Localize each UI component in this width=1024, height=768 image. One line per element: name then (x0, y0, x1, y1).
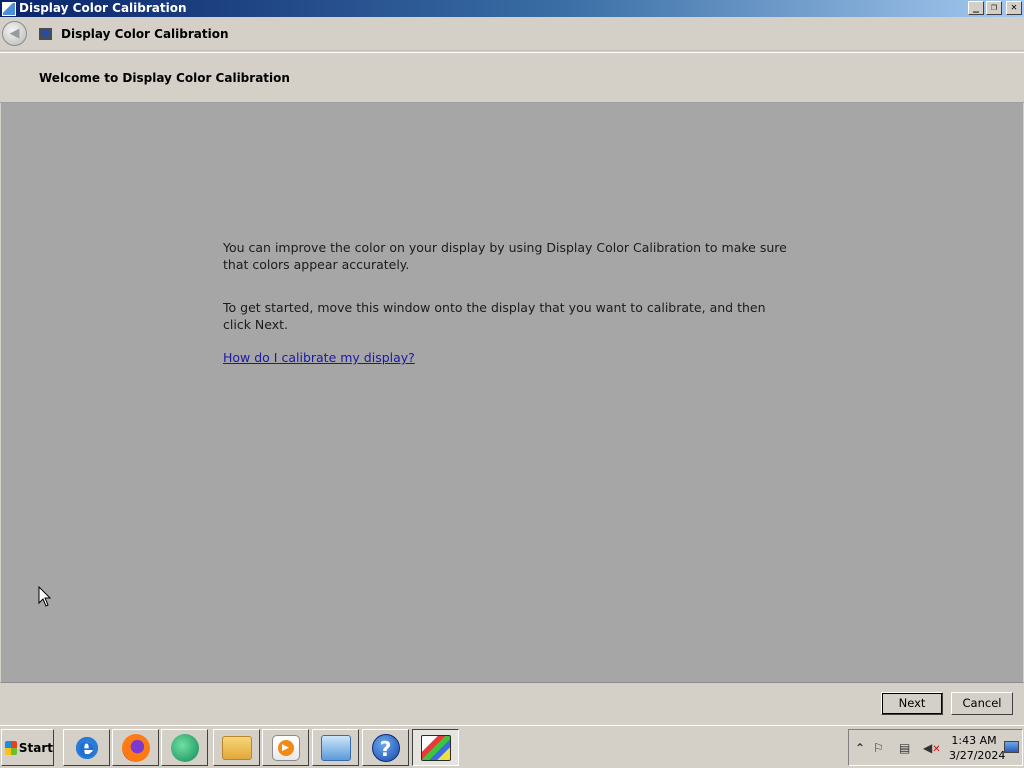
back-arrow-icon: ◀ (9, 26, 20, 41)
start-button[interactable]: Start (1, 729, 54, 766)
app-icon (2, 1, 16, 16)
cursor-arrow-icon (38, 585, 52, 607)
system-tray: ⌃ ⚐ ▤ ◀✕ 1:43 AM 3/27/2024 (848, 729, 1023, 766)
taskbar-app-file-explorer[interactable] (213, 729, 260, 766)
instruction-paragraph: To get started, move this window onto th… (223, 300, 766, 332)
nav-title: Display Color Calibration (61, 26, 229, 41)
firefox-icon (121, 733, 150, 762)
taskbar-app-firefox[interactable] (112, 729, 159, 766)
clock[interactable]: 1:43 AM 3/27/2024 (949, 733, 1006, 763)
show-hidden-icons-icon[interactable]: ⌃ (855, 741, 865, 755)
taskbar-app-media-player[interactable]: ▶ (262, 729, 309, 766)
action-center-flag-icon[interactable]: ⚐ (873, 741, 884, 755)
network-icon[interactable]: ▤ (899, 741, 910, 755)
help-icon: ? (371, 733, 400, 762)
volume-muted-icon[interactable]: ◀✕ (923, 741, 941, 755)
messenger-icon (170, 733, 199, 762)
taskbar-app-internet-explorer[interactable]: e (63, 729, 110, 766)
taskbar-app-display-calibration[interactable] (412, 729, 459, 766)
back-button[interactable]: ◀ (2, 21, 27, 46)
display-calibration-icon (420, 734, 451, 761)
title-bar: Display Color Calibration _ ❐ ✕ (0, 0, 1024, 17)
clock-date: 3/27/2024 (949, 749, 1006, 762)
next-button[interactable]: Next (881, 692, 943, 715)
internet-explorer-icon: e (72, 733, 101, 762)
restore-button[interactable]: ❐ (986, 1, 1002, 15)
intro-paragraph: You can improve the color on your displa… (223, 240, 787, 272)
start-label: Start (18, 740, 53, 755)
windows-logo-icon (5, 740, 17, 755)
window-title: Display Color Calibration (19, 1, 187, 15)
help-link[interactable]: How do I calibrate my display? (223, 350, 415, 365)
close-button[interactable]: ✕ (1006, 1, 1022, 15)
monitor-icon (39, 27, 52, 40)
show-desktop-icon[interactable] (1004, 741, 1019, 753)
clock-time: 1:43 AM (951, 734, 997, 747)
taskbar-app-messenger[interactable] (161, 729, 208, 766)
button-bar: Next Cancel (0, 684, 1024, 724)
wizard-content: You can improve the color on your displa… (0, 103, 1024, 683)
taskbar-app-control-panel[interactable] (312, 729, 359, 766)
media-player-icon: ▶ (271, 734, 300, 761)
page-title: Welcome to Display Color Calibration (39, 71, 290, 85)
taskbar-app-help[interactable]: ? (362, 729, 409, 766)
cancel-button[interactable]: Cancel (951, 692, 1013, 715)
control-panel-icon (320, 734, 351, 761)
taskbar: Start e ▶ ? ⌃ ⚐ ▤ ◀✕ 1:43 AM 3/27/2024 (0, 725, 1024, 768)
window-controls: _ ❐ ✕ (968, 1, 1022, 15)
file-explorer-icon (221, 735, 252, 760)
wizard-header: Welcome to Display Color Calibration (0, 52, 1024, 103)
navigation-bar: ◀ Display Color Calibration (0, 17, 1024, 51)
minimize-button[interactable]: _ (968, 1, 984, 15)
